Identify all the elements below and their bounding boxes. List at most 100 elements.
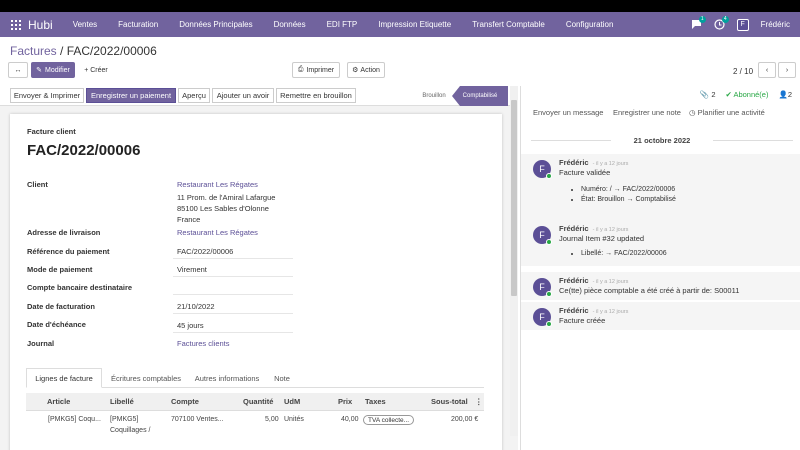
payment-reference-value: FAC/2022/00006 [177,247,234,256]
menu-edi-ftp[interactable]: EDI FTP [327,20,358,29]
pager-previous-button[interactable]: ‹ [758,62,776,78]
follow-label: Abonné(e) [733,90,769,99]
client-name[interactable]: Restaurant Les Régates [177,180,258,189]
breadcrumb-parent[interactable]: Factures [10,44,57,58]
top-navbar: Hubi Ventes Facturation Données Principa… [0,12,800,37]
author-avatar[interactable]: F [533,278,552,297]
pager-value[interactable]: 2 / 10 [733,67,753,76]
message-time: - il y a 12 jours [592,161,629,167]
action-button[interactable]: ⚙ Action [347,62,385,78]
user-icon: 👤 [778,90,788,99]
menu-transfert-comptable[interactable]: Transfert Comptable [472,20,545,29]
line-quantity[interactable]: 5,00 [265,416,279,423]
stage-draft[interactable]: Brouillon [414,86,454,106]
breadcrumb-separator: / [56,44,67,58]
printer-icon: ⎙ [297,66,304,73]
line-label[interactable]: [PMKG5] [110,416,138,423]
line-uom[interactable]: Unités [284,416,304,423]
send-message-button[interactable]: Envoyer un message [533,108,603,117]
message-item[interactable]: F Frédéric - il y a 12 jours Facture créé… [521,302,800,330]
client-address-line3: France [177,215,201,224]
pager-next-button[interactable]: › [778,62,796,78]
col-article[interactable]: Article [47,397,70,406]
line-tax-tag[interactable]: TVA collecte... [363,415,415,425]
app-brand[interactable]: Hubi [28,18,53,32]
author-avatar[interactable]: F [533,160,552,179]
menu-impression-etiquette[interactable]: Impression Etiquette [378,20,451,29]
author-avatar[interactable]: F [533,226,552,245]
reset-draft-button[interactable]: Remettre en brouillon [276,88,356,103]
attachments-button[interactable]: 📎 2 [700,90,716,99]
expand-arrows-icon: ↔ [14,66,22,74]
line-article[interactable]: [PMKG5] Coqu... [48,416,101,423]
payment-reference-label: Référence du paiement [27,247,110,256]
print-button[interactable]: ⎙ Imprimer [292,62,340,78]
message-author: Frédéric - il y a 12 jours [559,224,629,233]
followers-button[interactable]: 👤2 [778,90,792,99]
column-options-icon[interactable]: ⋮ [475,397,483,406]
stage-posted[interactable]: Comptabilisé [452,86,508,106]
journal-value[interactable]: Factures clients [177,339,230,348]
col-quantity[interactable]: Quantité [243,397,273,406]
message-author: Frédéric - il y a 12 jours [559,306,629,315]
schedule-activity-button[interactable]: ◷ Planifier une activité [689,108,765,117]
tracking-value: État: Brouillon → Comptabilisé [581,196,676,203]
line-price[interactable]: 40,00 [341,416,359,423]
message-item[interactable]: F Frédéric - il y a 12 jours Facture vali… [521,154,800,220]
log-note-button[interactable]: Enregistrer une note [613,108,681,117]
online-status-icon [546,173,552,179]
menu-ventes[interactable]: Ventes [73,20,97,29]
edit-button[interactable]: ✎ Modifier [31,62,75,78]
bank-account-label: Compte bancaire destinataire [27,283,133,292]
menu-donnees[interactable]: Données [274,20,306,29]
apps-grid-icon[interactable] [11,19,21,30]
bank-account-underline [173,294,293,295]
create-button[interactable]: + Créer [78,62,114,78]
col-label[interactable]: Libellé [110,397,134,406]
payment-mode-label: Mode de paiement [27,265,93,274]
follow-button[interactable]: ✔ Abonné(e) [725,90,768,99]
date-separator: 21 octobre 2022 [531,136,793,145]
scrollbar-thumb[interactable] [511,100,517,296]
message-author: Frédéric - il y a 12 jours [559,276,629,285]
form-statusbar: Envoyer & Imprimer Enregistrer un paieme… [0,86,518,106]
tab-invoice-lines[interactable]: Lignes de facture [26,368,102,388]
register-payment-button[interactable]: Enregistrer un paiement [86,88,176,103]
col-uom[interactable]: UdM [284,397,300,406]
message-body: Ce(tte) pièce comptable a été créé à par… [559,286,740,295]
message-item[interactable]: F Frédéric - il y a 12 jours Ce(tte) pièc… [521,272,800,300]
message-time: - il y a 12 jours [592,279,629,285]
col-subtotal[interactable]: Sous-total [431,397,468,406]
form-scrollbar[interactable] [510,86,518,436]
chat-icon[interactable]: 1 [691,16,706,30]
online-status-icon [546,239,552,245]
journal-label: Journal [27,339,55,348]
attachments-count: 2 [711,90,716,99]
menu-configuration[interactable]: Configuration [566,20,614,29]
send-print-button[interactable]: Envoyer & Imprimer [10,88,84,103]
menu-facturation[interactable]: Facturation [118,20,158,29]
preview-button[interactable]: Aperçu [178,88,210,103]
tab-journal-items[interactable]: Écritures comptables [106,368,186,388]
activity-clock-icon[interactable]: 4 [714,16,729,30]
tracking-value: Numéro: / → FAC/2022/00006 [581,186,676,193]
message-item[interactable]: F Frédéric - il y a 12 jours Journal Item… [521,220,800,266]
col-price[interactable]: Prix [338,397,352,406]
tab-other-info[interactable]: Autres informations [188,368,266,388]
breadcrumb-current: FAC/2022/00006 [66,44,157,58]
message-time: - il y a 12 jours [592,227,629,233]
user-avatar[interactable]: F [736,18,749,31]
author-avatar[interactable]: F [533,308,552,327]
add-credit-note-button[interactable]: Ajouter un avoir [212,88,274,103]
delivery-address-value[interactable]: Restaurant Les Régates [177,228,258,237]
col-account[interactable]: Compte [171,397,199,406]
menu-donnees-principales[interactable]: Données Principales [179,20,252,29]
chat-badge: 1 [698,16,706,23]
pencil-icon: ✎ [36,67,42,74]
tab-note[interactable]: Note [268,368,296,388]
expand-arrows-button[interactable]: ↔ [8,62,28,78]
user-name[interactable]: Frédéric [761,20,790,29]
col-taxes[interactable]: Taxes [365,397,386,406]
line-account[interactable]: 707100 Ventes... [171,416,224,423]
online-status-icon [546,321,552,327]
